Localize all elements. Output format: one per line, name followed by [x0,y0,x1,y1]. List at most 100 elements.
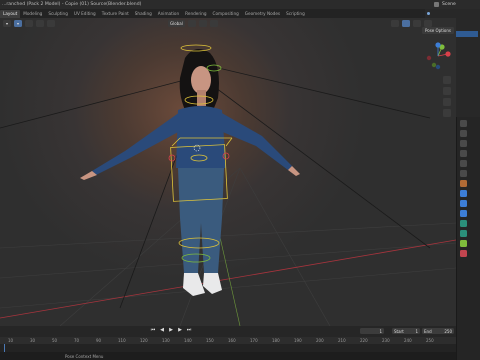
x-axis-icon[interactable] [445,51,451,57]
current-frame-field[interactable]: 1 [360,328,384,334]
collection-icon [427,11,430,15]
prev-keyframe-icon[interactable]: ◀ [159,327,165,333]
tool-tab-icon[interactable] [460,120,467,127]
transform-orientation-dropdown[interactable]: Global [168,19,185,27]
timeline[interactable]: ⏮ ◀ ▶ ▶ ⏭ 1 Start 1 End 250 10 30 50 70 90 11… [0,326,456,360]
ruler-tick: 10 [8,338,14,343]
pan-hand-icon[interactable] [443,87,451,95]
start-frame-field[interactable]: Start 1 [392,328,420,334]
ruler-tick: 180 [272,338,280,343]
tab-animation[interactable]: Animation [155,10,182,18]
render-tab-icon[interactable] [460,130,467,137]
ruler-tick: 130 [162,338,170,343]
physics-tab-icon[interactable] [460,210,467,217]
next-keyframe-icon[interactable]: ▶ [177,327,183,333]
overlays-icon[interactable] [390,19,399,27]
shading-material-icon[interactable] [412,19,421,27]
jump-start-icon[interactable]: ⏮ [150,327,156,333]
object-tab-icon[interactable] [460,180,467,187]
world-tab-icon[interactable] [460,170,467,177]
scene-icon [434,2,439,7]
pivot-point-icon[interactable] [187,19,196,27]
pose-menu[interactable] [47,19,55,27]
tab-rendering[interactable]: Rendering [182,10,209,18]
scene-label: Scene [442,2,456,7]
select-menu[interactable] [36,19,44,27]
floor-grid [0,167,456,326]
play-icon[interactable]: ▶ [168,327,174,333]
data-tab-icon[interactable] [460,230,467,237]
tab-geometry-nodes[interactable]: Geometry Nodes [242,10,283,18]
title-bar: ...ranched (Pack 2 Model) - Copie (01) S… [0,0,480,9]
ruler-tick: 190 [294,338,302,343]
navigation-gizmo[interactable] [424,41,452,71]
ruler-tick: 240 [404,338,412,343]
modifier-tab-icon[interactable] [460,190,467,197]
jump-end-icon[interactable]: ⏭ [186,327,192,333]
constraints-tab-icon[interactable] [460,220,467,227]
texture-tab-icon[interactable] [460,250,467,257]
bone-tab-icon[interactable] [460,240,467,247]
playback-controls: ⏮ ◀ ▶ ▶ ⏭ [150,327,192,333]
proportional-edit-icon[interactable] [209,19,218,27]
ruler-tick: 90 [96,338,102,343]
status-bar: Pose Context Menu [0,352,456,360]
neg-y-axis-icon[interactable] [431,62,437,68]
shading-solid-icon[interactable] [401,19,410,27]
neg-x-axis-icon[interactable] [426,55,432,61]
outliner-row[interactable] [427,10,478,16]
ruler-tick: 140 [184,338,192,343]
character-model[interactable] [80,49,300,296]
grid-view-icon[interactable] [443,109,451,117]
ruler-tick: 220 [360,338,368,343]
window-title: ...ranched (Pack 2 Model) - Copie (01) S… [2,2,142,7]
scene-selector[interactable]: Scene [430,0,480,9]
ruler-tick: 50 [52,338,58,343]
ruler-tick: 160 [228,338,236,343]
tab-texture-paint[interactable]: Texture Paint [99,10,132,18]
ruler-tick: 120 [140,338,148,343]
pose-mode-button[interactable]: ▾ [14,19,22,27]
status-hint: Pose Context Menu [65,353,104,359]
tab-uv-editing[interactable]: UV Editing [71,10,99,18]
scene-tab-icon[interactable] [460,160,467,167]
ruler-tick: 110 [118,338,126,343]
shading-rendered-icon[interactable] [423,19,432,27]
ruler-tick: 250 [426,338,434,343]
editor-type-button[interactable]: ▾ [3,19,11,27]
properties-editor[interactable] [456,117,480,360]
tab-shading[interactable]: Shading [132,10,155,18]
workspace-tabs: Layout Modeling Sculpting UV Editing Texture… [0,9,425,18]
orientation-label: Global [170,20,183,26]
ruler-tick: 30 [30,338,36,343]
view-layer-tab-icon[interactable] [460,150,467,157]
ruler-tick: 170 [250,338,258,343]
camera-view-icon[interactable] [443,98,451,106]
viewport-nav-buttons [443,76,451,117]
ruler-tick: 200 [316,338,324,343]
viewport-scene [0,44,456,326]
zoom-icon[interactable] [443,76,451,84]
ruler-tick: 210 [338,338,346,343]
playhead[interactable] [4,344,5,352]
tab-layout[interactable]: Layout [0,9,21,18]
neg-z-axis-icon[interactable] [435,64,441,70]
tab-scripting[interactable]: Scripting [283,10,308,18]
viewport-header: ▾ ▾ Global [0,18,456,28]
frame-ruler[interactable]: 10 30 50 70 90 110 120 130 140 150 160 170 180 190 200… [0,337,456,344]
particles-tab-icon[interactable] [460,200,467,207]
ruler-tick: 230 [382,338,390,343]
3d-viewport[interactable]: ▾ ▾ Global Pose Options [0,18,456,326]
view-menu[interactable] [25,19,33,27]
end-frame-field[interactable]: End 250 [422,328,454,334]
pose-options-dropdown[interactable]: Pose Options [422,27,454,34]
pose-options-label: Pose Options [425,28,451,33]
z-axis-icon[interactable] [435,42,441,48]
ruler-tick: 150 [206,338,214,343]
tab-sculpting[interactable]: Sculpting [45,10,71,18]
snap-icon[interactable] [198,19,207,27]
tab-compositing[interactable]: Compositing [210,10,242,18]
x-axis-line [0,239,456,319]
tab-modeling[interactable]: Modeling [20,10,45,18]
output-tab-icon[interactable] [460,140,467,147]
